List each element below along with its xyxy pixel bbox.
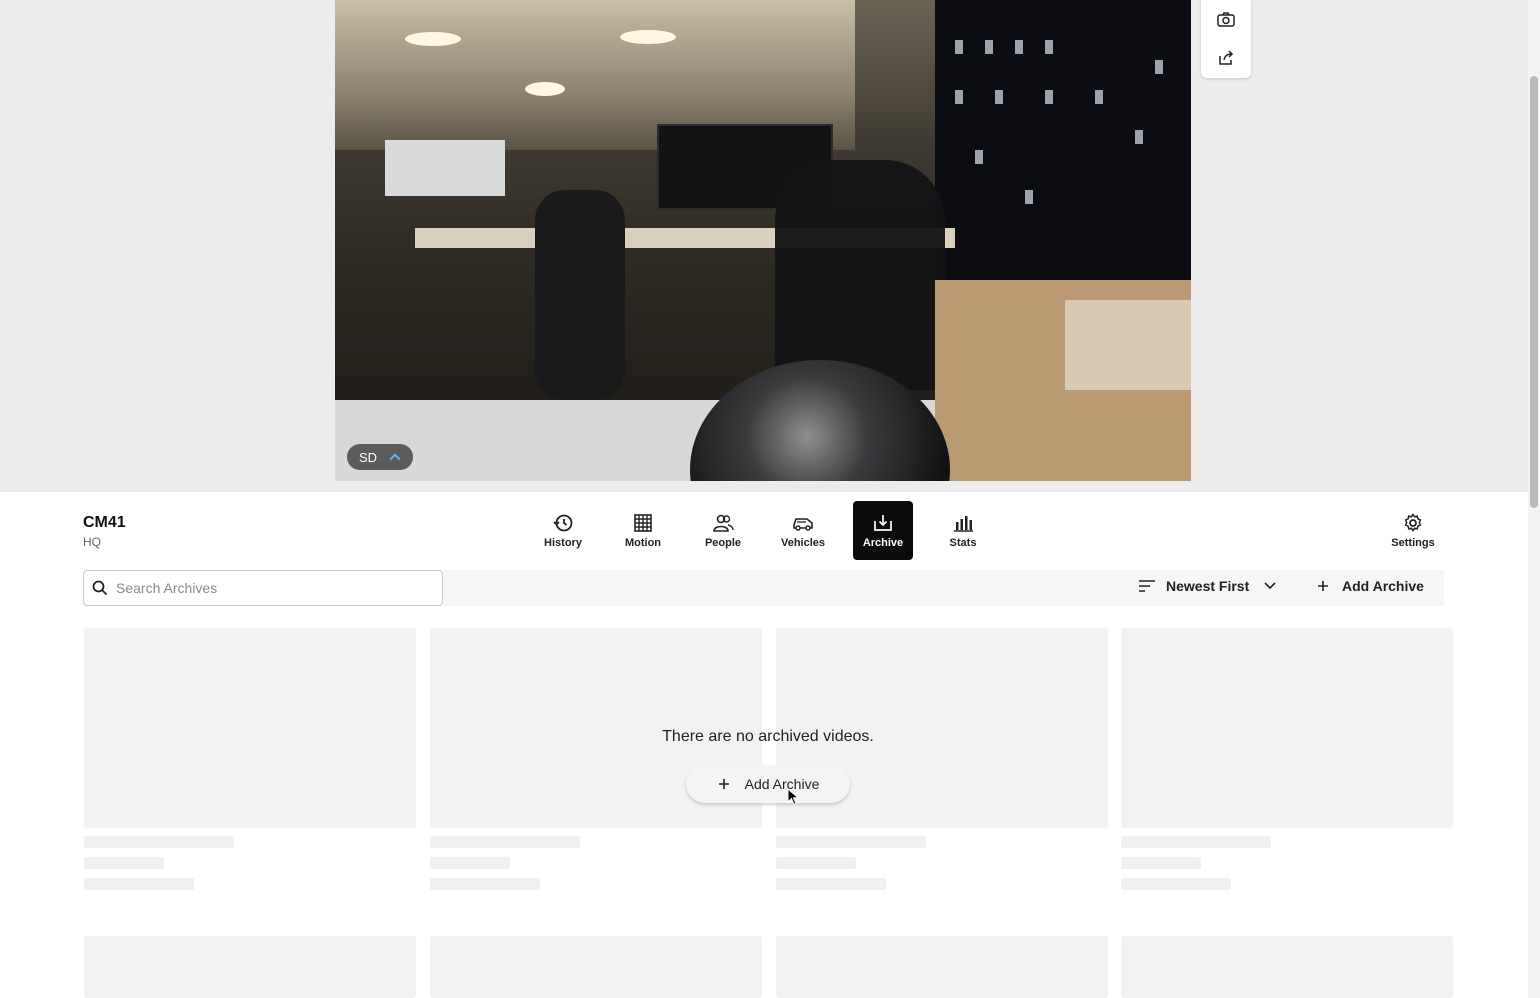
tab-label: Motion — [624, 536, 662, 549]
skeleton-line — [776, 857, 856, 869]
tab-label: Archive — [862, 536, 904, 549]
tab-vehicles[interactable]: Vehicles — [773, 501, 833, 560]
camera-icon[interactable] — [1216, 10, 1236, 30]
tab-label: People — [704, 536, 742, 549]
search-field[interactable] — [83, 570, 443, 606]
feed-window — [935, 0, 1191, 300]
empty-add-archive-button[interactable]: Add Archive — [686, 765, 850, 803]
tab-archive[interactable]: Archive — [853, 501, 913, 560]
tab-motion[interactable]: Motion — [613, 501, 673, 560]
skeleton-line — [1121, 857, 1201, 869]
search-icon — [92, 580, 108, 596]
scrollbar-thumb[interactable] — [1530, 76, 1538, 508]
feed-boxes — [1065, 300, 1191, 390]
skeleton-line — [84, 857, 164, 869]
video-area: SD — [0, 0, 1528, 492]
settings-label: Settings — [1391, 536, 1435, 549]
feed-light — [405, 32, 461, 46]
camera-live-feed[interactable] — [335, 0, 1191, 481]
search-input[interactable] — [116, 580, 416, 596]
camera-name: CM41 — [83, 514, 126, 531]
sort-icon — [1139, 580, 1155, 592]
plus-icon — [1318, 581, 1328, 591]
people-icon — [713, 514, 734, 532]
camera-site: HQ — [83, 535, 101, 549]
feed-chair — [535, 190, 625, 400]
plus-icon — [718, 779, 729, 789]
video-side-tools — [1201, 0, 1251, 78]
feed-chair — [775, 160, 945, 390]
tab-label: Vehicles — [780, 536, 826, 549]
archive-card-placeholder — [84, 936, 416, 998]
skeleton-line — [430, 836, 580, 848]
add-archive-button[interactable]: Add Archive — [1316, 578, 1424, 594]
tab-people[interactable]: People — [693, 501, 753, 560]
chevron-up-icon — [389, 453, 401, 465]
page-scrollbar[interactable] — [1528, 0, 1540, 998]
camera-nav: History Motion People Vehicles Archive S… — [533, 501, 1013, 560]
gear-icon — [1404, 512, 1422, 532]
tab-label: History — [544, 536, 582, 549]
history-icon — [553, 514, 573, 531]
grid-icon — [634, 513, 652, 532]
skeleton-line — [776, 836, 926, 848]
archive-card-placeholder — [776, 936, 1108, 998]
bar-chart-icon — [954, 515, 973, 532]
share-icon[interactable] — [1216, 48, 1236, 68]
archive-card-placeholder — [430, 936, 762, 998]
quality-selector[interactable]: SD — [347, 444, 413, 470]
skeleton-line — [84, 878, 194, 890]
tab-history[interactable]: History — [533, 501, 593, 560]
skeleton-line — [84, 836, 234, 848]
empty-state-message: There are no archived videos. — [662, 728, 874, 745]
skeleton-line — [776, 878, 886, 890]
empty-add-archive-label: Add Archive — [744, 776, 820, 792]
sort-dropdown[interactable]: Newest First — [1138, 578, 1277, 594]
sort-label: Newest First — [1166, 578, 1250, 594]
skeleton-line — [430, 857, 510, 869]
feed-monitor — [385, 140, 505, 196]
add-archive-label: Add Archive — [1342, 578, 1424, 594]
archive-card-placeholder — [1121, 936, 1453, 998]
skeleton-line — [1121, 878, 1231, 890]
tab-label: Stats — [949, 536, 977, 549]
feed-light — [525, 82, 565, 96]
archive-toolbar — [443, 570, 1444, 606]
archive-download-icon — [874, 514, 892, 531]
settings-button[interactable]: Settings — [1383, 501, 1443, 560]
skeleton-line — [1121, 836, 1271, 848]
car-icon — [793, 517, 813, 531]
feed-light — [620, 30, 676, 44]
mouse-cursor-icon — [787, 788, 799, 806]
chevron-down-icon — [1264, 582, 1276, 590]
skeleton-line — [430, 878, 540, 890]
quality-label: SD — [359, 449, 378, 465]
tab-stats[interactable]: Stats — [933, 501, 993, 560]
